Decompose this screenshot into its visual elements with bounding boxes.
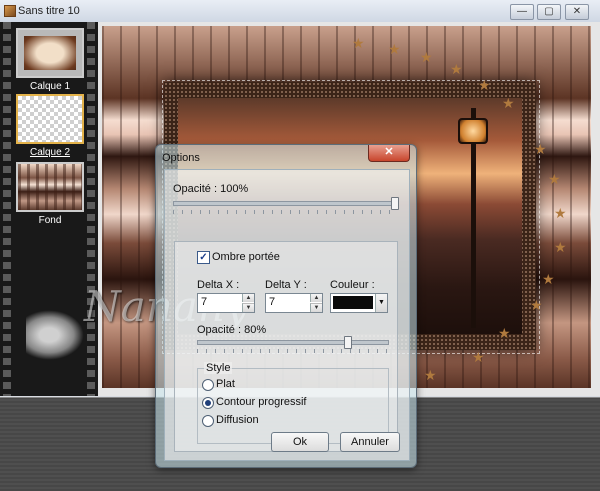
radio-plat[interactable] xyxy=(202,379,214,391)
delta-y-spinner[interactable]: 7 ▲ ▼ xyxy=(265,293,323,313)
layer-thumbnail xyxy=(16,94,84,144)
opacity-label: Opacité : 100% xyxy=(173,183,249,195)
opacity-slider-thumb[interactable] xyxy=(391,197,399,210)
options-dialog: Options ✕ Opacité : 100% ✓ Ombre portée … xyxy=(155,144,417,468)
chevron-down-icon[interactable]: ▼ xyxy=(375,294,387,312)
spin-down-icon[interactable]: ▼ xyxy=(242,303,254,312)
layer-label: Calque 2 xyxy=(29,147,71,158)
layer-item-fond[interactable]: Fond xyxy=(16,162,84,226)
star-icon: ★ xyxy=(554,205,567,221)
title-bar[interactable]: Sans titre 10 — ▢ ✕ xyxy=(0,0,600,23)
star-icon: ★ xyxy=(498,325,511,341)
cancel-button[interactable]: Annuler xyxy=(340,432,400,452)
shadow-opacity-slider-thumb[interactable] xyxy=(344,336,352,349)
film-holes-right xyxy=(87,22,95,396)
dialog-close-button[interactable]: ✕ xyxy=(368,145,410,162)
delta-x-label: Delta X : xyxy=(197,279,240,291)
shadow-opacity-label: Opacité : 80% xyxy=(197,324,267,336)
star-icon: ★ xyxy=(420,49,433,65)
layer-item-calque-2[interactable]: Calque 2 xyxy=(16,94,84,158)
star-icon: ★ xyxy=(542,271,555,287)
delta-y-label: Delta Y : xyxy=(265,279,307,291)
star-icon: ★ xyxy=(554,239,567,255)
layer-item-calque-1[interactable]: Calque 1 xyxy=(16,28,84,92)
star-icon: ★ xyxy=(502,95,515,111)
star-icon: ★ xyxy=(530,297,543,313)
star-icon: ★ xyxy=(388,41,401,57)
window-title: Sans titre 10 xyxy=(18,5,80,17)
close-button[interactable]: ✕ xyxy=(565,4,589,20)
spin-up-icon[interactable]: ▲ xyxy=(310,294,322,302)
app-icon xyxy=(4,5,16,17)
layer-thumbnail xyxy=(16,162,84,212)
star-icon: ★ xyxy=(534,141,547,157)
color-label: Couleur : xyxy=(330,279,375,291)
ok-button[interactable]: Ok xyxy=(271,432,329,452)
shadow-checkbox[interactable]: ✓ xyxy=(197,251,210,264)
star-icon: ★ xyxy=(352,35,365,51)
shadow-opacity-slider[interactable] xyxy=(197,336,389,349)
color-swatch xyxy=(333,296,373,309)
layer-thumbnail xyxy=(16,28,84,78)
star-icon: ★ xyxy=(478,77,491,93)
radio-diffusion-label: Diffusion xyxy=(216,414,259,426)
shadow-checkbox-label: Ombre portée xyxy=(212,251,280,263)
radio-contour-progressif[interactable] xyxy=(202,397,214,409)
radio-diffusion[interactable] xyxy=(202,415,214,427)
spin-down-icon[interactable]: ▼ xyxy=(310,303,322,312)
delta-y-value: 7 xyxy=(269,296,276,308)
layer-label: Calque 1 xyxy=(29,81,71,92)
star-icon: ★ xyxy=(424,367,437,383)
delta-x-value: 7 xyxy=(201,296,208,308)
slider-ticks xyxy=(173,210,397,214)
style-label: Style xyxy=(204,362,233,374)
maximize-button[interactable]: ▢ xyxy=(537,4,561,20)
star-icon: ★ xyxy=(548,171,561,187)
delta-x-spinner[interactable]: 7 ▲ ▼ xyxy=(197,293,255,313)
radio-plat-label: Plat xyxy=(216,378,235,390)
star-icon: ★ xyxy=(450,61,463,77)
radio-contour-progressif-label: Contour progressif xyxy=(216,396,307,408)
star-icon: ★ xyxy=(472,349,485,365)
layer-label: Fond xyxy=(38,215,62,226)
opacity-slider[interactable] xyxy=(173,197,399,210)
dialog-title: Options xyxy=(162,152,200,164)
minimize-button[interactable]: — xyxy=(510,4,534,20)
film-holes-left xyxy=(3,22,11,396)
slider-ticks xyxy=(197,349,387,353)
shadow-group: ✓ Ombre portée Delta X : 7 ▲ ▼ Delta Y :… xyxy=(174,241,398,452)
shadow-color-picker[interactable]: ▼ xyxy=(330,293,388,313)
layer-strip: Calque 1 Calque 2 Fond xyxy=(0,22,98,396)
dialog-body: Opacité : 100% ✓ Ombre portée Delta X : … xyxy=(164,169,410,461)
spin-up-icon[interactable]: ▲ xyxy=(242,294,254,302)
